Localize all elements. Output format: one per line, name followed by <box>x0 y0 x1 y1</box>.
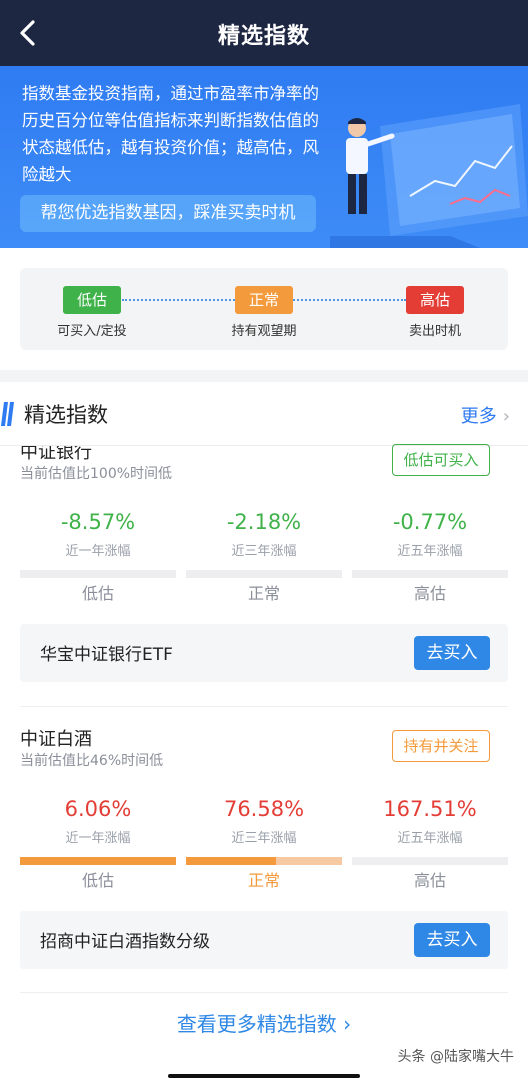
section-header: 精选指数 更多 › <box>0 382 528 446</box>
stat-label: 近一年涨幅 <box>65 831 131 846</box>
index-subtitle: 当前估值比46%时间低 <box>20 753 164 769</box>
banner-text: 指数基金投资指南，通过市盈率市净率的历史百分位等估值指标来判断指数估值的状态越低… <box>22 84 319 184</box>
fund-card[interactable]: 招商中证白酒指数分级 去买入 <box>20 911 508 969</box>
bar-fill <box>20 857 176 865</box>
buy-button[interactable]: 去买入 <box>414 923 490 957</box>
chevron-right-icon: › <box>502 406 510 427</box>
stat-value: 167.51% <box>383 797 477 821</box>
stat-1y: -8.57% 近一年涨幅 <box>20 510 176 559</box>
legend-item-low: 低估 可买入/定投 <box>37 286 147 339</box>
status-badge: 低估可买入 <box>392 444 490 476</box>
fund-name: 华宝中证银行ETF <box>40 645 173 665</box>
valuation-bar-low <box>20 857 176 865</box>
valuation-legend: 低估 可买入/定投 正常 持有观望期 高估 卖出时机 <box>0 248 528 370</box>
view-more-link[interactable]: 查看更多精选指数 › <box>0 1008 528 1037</box>
stat-5y: -0.77% 近五年涨幅 <box>352 510 508 559</box>
legend-tag: 低估 <box>63 286 121 314</box>
home-indicator <box>168 1074 360 1078</box>
page-title: 精选指数 <box>217 24 310 49</box>
banner-cta-button[interactable]: 帮您优选指数基因，踩准买卖时机 <box>20 195 316 232</box>
stat-value: 76.58% <box>223 797 305 821</box>
fund-name: 招商中证白酒指数分级 <box>40 932 210 952</box>
chevron-right-icon: › <box>336 1012 352 1036</box>
legend-tag: 高估 <box>406 286 464 314</box>
stat-1y: 6.06% 近一年涨幅 <box>20 797 176 846</box>
intro-banner: 指数基金投资指南，通过市盈率市净率的历史百分位等估值指标来判断指数估值的状态越低… <box>0 66 528 248</box>
stat-label: 近五年涨幅 <box>397 831 463 846</box>
section-marker-icon <box>1 402 14 426</box>
legend-item-normal: 正常 持有观望期 <box>209 286 319 339</box>
analyst-illustration <box>330 104 528 248</box>
index-name: 中证白酒 <box>20 729 92 750</box>
fund-card[interactable]: 华宝中证银行ETF 去买入 <box>20 624 508 682</box>
index-subtitle: 当前估值比100%时间低 <box>20 466 173 482</box>
stat-value: -8.57% <box>60 510 136 534</box>
stat-label: 近三年涨幅 <box>231 831 297 846</box>
legend-tag: 正常 <box>235 286 293 314</box>
stat-label: 近三年涨幅 <box>231 544 297 559</box>
status-badge: 持有并关注 <box>392 730 490 762</box>
watermark: 头条 @陆家嘴大牛 <box>397 1049 514 1065</box>
stat-label: 近一年涨幅 <box>65 544 131 559</box>
bar-fill <box>186 857 277 865</box>
valuation-bar-normal <box>186 570 342 578</box>
nav-bar: 精选指数 <box>0 0 528 66</box>
valuation-bar-high <box>352 570 508 578</box>
level-label-low: 低估 <box>81 871 114 890</box>
legend-desc: 持有观望期 <box>231 324 297 339</box>
more-label: 更多 <box>460 406 497 427</box>
stat-value: -0.77% <box>392 510 468 534</box>
level-label-normal: 正常 <box>247 584 280 603</box>
stat-value: 6.06% <box>64 797 132 821</box>
level-label-high: 高估 <box>413 871 446 890</box>
section-title: 精选指数 <box>24 403 108 427</box>
legend-desc: 可买入/定投 <box>57 324 127 339</box>
divider <box>20 992 508 993</box>
index-card-bank[interactable]: 中证银行 当前估值比100%时间低 低估可买入 -8.57% 近一年涨幅 -2.… <box>0 444 528 706</box>
more-link[interactable]: 更多 › <box>461 402 510 428</box>
stat-3y: 76.58% 近三年涨幅 <box>186 797 342 846</box>
section-divider <box>0 370 528 382</box>
stat-label: 近五年涨幅 <box>397 544 463 559</box>
legend-card: 低估 可买入/定投 正常 持有观望期 高估 卖出时机 <box>20 268 508 350</box>
stat-5y: 167.51% 近五年涨幅 <box>352 797 508 846</box>
level-label-normal: 正常 <box>247 871 280 890</box>
index-card-liquor[interactable]: 中证白酒 当前估值比46%时间低 持有并关注 6.06% 近一年涨幅 76.58… <box>0 707 528 990</box>
legend-desc: 卖出时机 <box>408 324 461 339</box>
valuation-bar-low <box>20 570 176 578</box>
valuation-bar-normal <box>186 857 342 865</box>
level-label-low: 低估 <box>81 584 114 603</box>
legend-item-high: 高估 卖出时机 <box>380 286 490 339</box>
level-label-high: 高估 <box>413 584 446 603</box>
stat-3y: -2.18% 近三年涨幅 <box>186 510 342 559</box>
stat-value: -2.18% <box>226 510 302 534</box>
valuation-bar-high <box>352 857 508 865</box>
view-more-label: 查看更多精选指数 <box>176 1012 337 1036</box>
buy-button[interactable]: 去买入 <box>414 636 490 670</box>
